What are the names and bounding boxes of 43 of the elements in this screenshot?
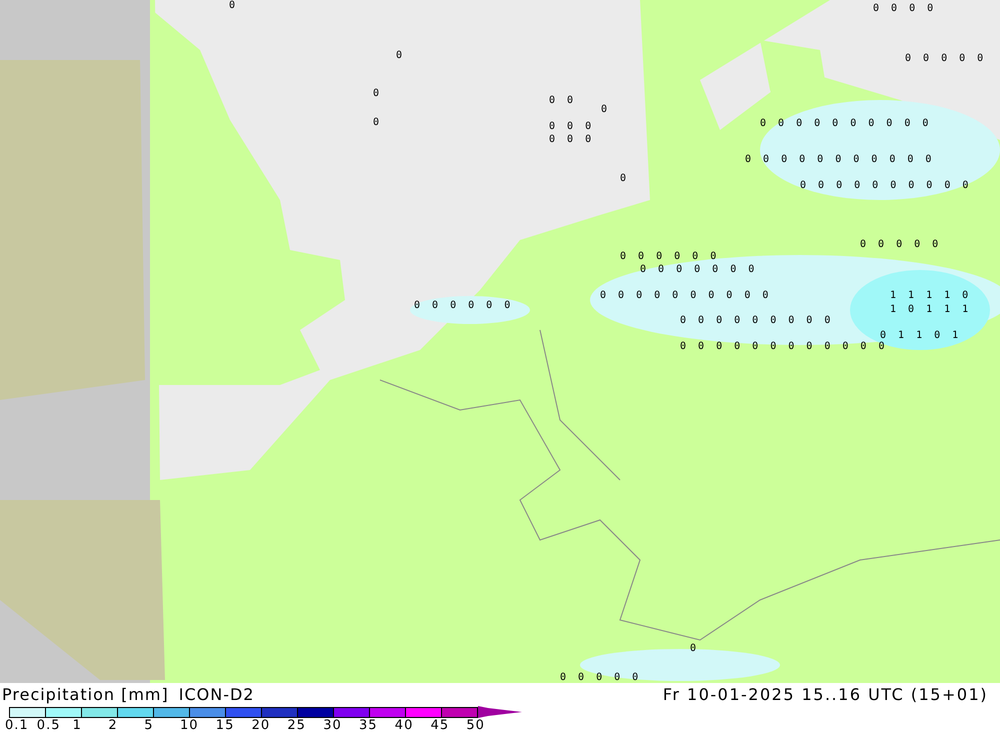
precipitation-amount-label: 0 0 0 0 0 <box>560 672 642 683</box>
precipitation-amount-label: 0 <box>620 173 630 185</box>
precipitation-amount-label: 0 0 0 <box>549 134 594 146</box>
precipitation-amount-label: 0 0 0 0 0 0 0 <box>640 264 758 276</box>
precipitation-amount-label: 0 0 <box>549 95 576 107</box>
scale-tick-label: 45 <box>430 718 450 733</box>
precipitation-amount-label: 0 0 0 0 0 0 0 0 0 <box>680 315 834 327</box>
precipitation-amount-label: 1 1 1 1 0 <box>890 290 972 302</box>
scale-tick-label: 15 <box>216 718 234 733</box>
scale-tick-label: 5 <box>144 718 154 733</box>
precipitation-amount-label: 0 0 0 0 0 0 <box>620 251 720 263</box>
precipitation-amount-label: 0 0 0 0 0 0 0 0 0 0 0 <box>745 154 934 166</box>
scale-tick-label: 2 <box>108 718 118 733</box>
precipitation-amount-label: 0 0 0 0 0 0 0 0 0 0 <box>800 180 972 192</box>
precipitation-amount-label: 0 <box>601 104 610 116</box>
precipitation-amount-label: 0 0 0 0 0 0 0 0 0 0 <box>600 290 772 302</box>
precipitation-amount-label: 1 0 1 1 1 <box>890 304 972 316</box>
valid-time: Fr 10-01-2025 15..16 UTC (15+01) <box>662 685 988 704</box>
precipitation-amount-label: 0 0 0 0 0 0 0 0 0 0 0 0 <box>680 341 888 353</box>
scale-tick-label: 10 <box>180 718 199 733</box>
precipitation-amount-label: 0 0 0 0 0 <box>905 53 986 65</box>
scale-tick-label: 25 <box>287 718 306 733</box>
precipitation-amount-label: 0 <box>229 0 238 12</box>
scale-tick-label: 0.5 <box>36 718 60 733</box>
legend-title: Precipitation [mm] <box>2 685 169 704</box>
precipitation-amount-label: 0 0 0 0 0 0 <box>414 300 514 312</box>
precipitation-amount-label: 0 <box>690 643 700 655</box>
precipitation-amount-label: 0 1 1 0 1 <box>880 330 962 342</box>
scale-tick-label: 40 <box>394 718 414 733</box>
precipitation-amount-label: 0 0 0 <box>549 121 594 133</box>
precipitation-amount-label: 0 0 0 0 0 <box>860 239 942 251</box>
precipitation-amount-label: 0 0 0 0 <box>873 3 936 15</box>
precipitation-amount-label: 0 <box>373 88 382 100</box>
scale-tick-label: 1 <box>72 718 82 733</box>
scale-tick-label: 0.1 <box>5 718 29 733</box>
scale-tick-label: 30 <box>323 718 342 733</box>
precipitation-amount-label: 0 <box>396 50 406 62</box>
scale-tick-label: 20 <box>252 718 270 733</box>
precipitation-amount-label: 0 <box>373 117 382 129</box>
scale-tick-label: 35 <box>359 718 378 733</box>
scale-tick-label: 50 <box>466 718 485 733</box>
precipitation-amount-label: 0 0 0 0 0 0 0 0 0 0 <box>760 118 932 130</box>
model-name: ICON-D2 <box>178 685 254 704</box>
